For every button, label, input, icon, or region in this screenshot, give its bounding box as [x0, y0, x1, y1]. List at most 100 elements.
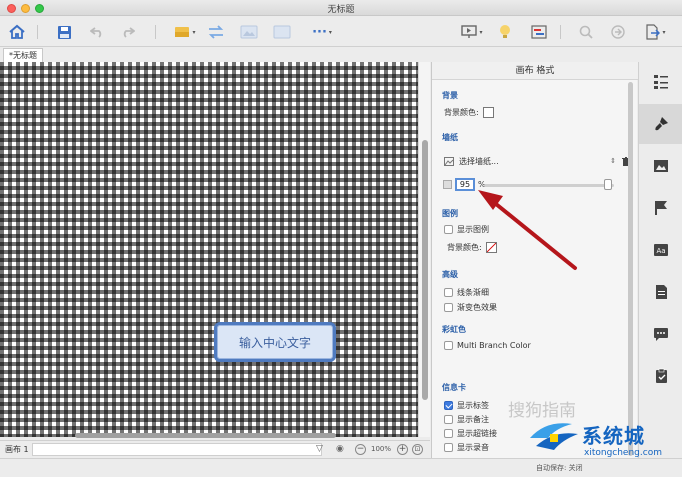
multi-branch-checkbox[interactable] [444, 341, 453, 350]
share-button[interactable] [608, 22, 628, 42]
eye-icon[interactable]: ◉ [336, 444, 344, 454]
mindmap-canvas[interactable]: 输入中心文字 [0, 62, 418, 437]
style-button[interactable]: ▾ [170, 22, 200, 42]
xitongcheng-brand: 系统城 [582, 424, 645, 448]
clipboard-check-icon [655, 368, 667, 383]
presentation-icon [461, 25, 478, 38]
task-tab[interactable] [639, 356, 682, 396]
svg-text:Aa: Aa [656, 247, 665, 255]
show-notes-row[interactable]: 显示备注 [444, 414, 489, 425]
opacity-slider-track[interactable] [484, 184, 614, 187]
taper-checkbox[interactable] [444, 288, 453, 297]
redo-button[interactable] [118, 22, 138, 42]
zoom-in-button[interactable]: + [397, 444, 408, 455]
gradient-checkbox[interactable] [444, 303, 453, 312]
presentation-button[interactable]: ▾ [455, 22, 489, 42]
show-hyperlinks-checkbox[interactable] [444, 429, 453, 438]
show-hyperlinks-row[interactable]: 显示超链接 [444, 428, 497, 439]
footer-strip: 自动保存: 关闭 [0, 458, 682, 477]
opacity-slider-knob[interactable] [603, 179, 612, 190]
xitongcheng-url: xitongcheng.com [584, 448, 662, 458]
canvas-horizontal-scrollbar[interactable] [0, 431, 418, 439]
background-color-swatch[interactable] [482, 107, 494, 118]
picture-icon [654, 160, 668, 172]
cards-heading: 信息卡 [442, 383, 466, 392]
image-icon [240, 25, 258, 39]
home-button[interactable] [6, 22, 28, 42]
legend-bg-label: 背景颜色: [447, 243, 482, 252]
outline-tab[interactable] [639, 62, 682, 102]
wallpaper-select-label: 选择墙纸... [459, 156, 499, 166]
multi-branch-row[interactable]: Multi Branch Color [444, 341, 531, 350]
tab-untitled[interactable]: *无标题 [3, 48, 43, 62]
search-button[interactable] [576, 22, 596, 42]
autosave-status[interactable]: 自动保存: 关闭 [536, 463, 583, 473]
side-icon-rail: Aa [638, 62, 682, 458]
window-title: 无标题 [327, 5, 355, 15]
fit-screen-button[interactable]: ⊡ [412, 444, 423, 455]
central-topic[interactable]: 输入中心文字 [214, 322, 336, 362]
updown-arrows-icon: ⇕ [610, 157, 616, 165]
canvas-vertical-scrollbar[interactable] [418, 62, 430, 437]
summary-button[interactable] [271, 22, 293, 42]
background-color-row: 背景颜色: [444, 107, 494, 118]
outline-icon [654, 75, 668, 89]
paintbrush-icon [655, 117, 668, 131]
gradient-label: 渐变色效果 [457, 303, 497, 312]
show-legend-checkbox[interactable] [444, 225, 453, 234]
show-audio-checkbox[interactable] [444, 443, 453, 452]
background-heading: 背景 [442, 91, 458, 100]
marker-tab[interactable] [639, 188, 682, 228]
document-tab-bar: *无标题 [0, 48, 430, 62]
xitongcheng-logo-icon [530, 423, 578, 450]
summary-icon [273, 25, 291, 39]
sheet-tabs-area [32, 443, 322, 456]
legend-heading: 图例 [442, 209, 458, 218]
wallpaper-select[interactable]: 选择墙纸... ⇕ [444, 152, 630, 170]
label-tab[interactable]: Aa [639, 230, 682, 270]
share-icon [611, 25, 625, 39]
wallpaper-heading: 墙纸 [442, 133, 458, 142]
zoom-out-button[interactable]: − [355, 444, 366, 455]
filter-icon[interactable]: ▽ [316, 444, 323, 454]
save-button[interactable] [54, 22, 74, 42]
home-icon [9, 24, 25, 39]
brainstorm-button[interactable] [494, 22, 516, 42]
undo-button[interactable] [87, 22, 107, 42]
panel-scrollbar[interactable] [626, 82, 636, 458]
gradient-row[interactable]: 渐变色效果 [444, 302, 497, 313]
toolbar: ▾ ··· ▾ ▾ ▾ [0, 17, 682, 47]
show-legend-row[interactable]: 显示图例 [444, 224, 489, 235]
more-button[interactable]: ··· ▾ [305, 22, 339, 42]
taper-row[interactable]: 线条渐细 [444, 287, 489, 298]
gantt-icon [531, 25, 547, 39]
sheet-name[interactable]: 画布 1 [5, 444, 29, 455]
show-notes-checkbox[interactable] [444, 415, 453, 424]
comments-tab[interactable] [639, 314, 682, 354]
image-tab[interactable] [639, 146, 682, 186]
gantt-button[interactable] [528, 22, 550, 42]
app-window: 无标题 ▾ ··· ▾ ▾ ▾ *无标题 输入中心文字 画布 1 ▽ ◉ − 1… [0, 0, 682, 477]
relationship-button[interactable] [205, 22, 227, 42]
panel-scroll-thumb[interactable] [628, 82, 633, 456]
show-labels-checkbox[interactable] [444, 401, 453, 410]
insert-image-button[interactable] [238, 22, 260, 42]
save-icon [57, 25, 71, 39]
status-bar: 画布 1 ▽ ◉ − 100% + ⊡ [0, 440, 430, 458]
background-color-label: 背景颜色: [444, 108, 479, 117]
legend-bg-color-swatch[interactable] [485, 242, 497, 253]
export-button[interactable]: ▾ [640, 22, 670, 42]
show-labels-row[interactable]: 显示标签 [444, 400, 489, 411]
vertical-scroll-thumb[interactable] [422, 140, 428, 400]
format-tab[interactable] [639, 104, 682, 144]
show-audio-row[interactable]: 显示录音 [444, 442, 489, 453]
wallpaper-opacity-input[interactable]: 95 [455, 178, 475, 191]
text-label-icon: Aa [654, 244, 668, 256]
show-audio-label: 显示录音 [457, 443, 489, 452]
comment-icon [654, 327, 668, 341]
horizontal-scroll-thumb[interactable] [75, 433, 336, 438]
notes-tab[interactable] [639, 272, 682, 312]
wallpaper-image-icon [444, 156, 454, 166]
show-notes-label: 显示备注 [457, 415, 489, 424]
redo-icon [123, 27, 135, 38]
